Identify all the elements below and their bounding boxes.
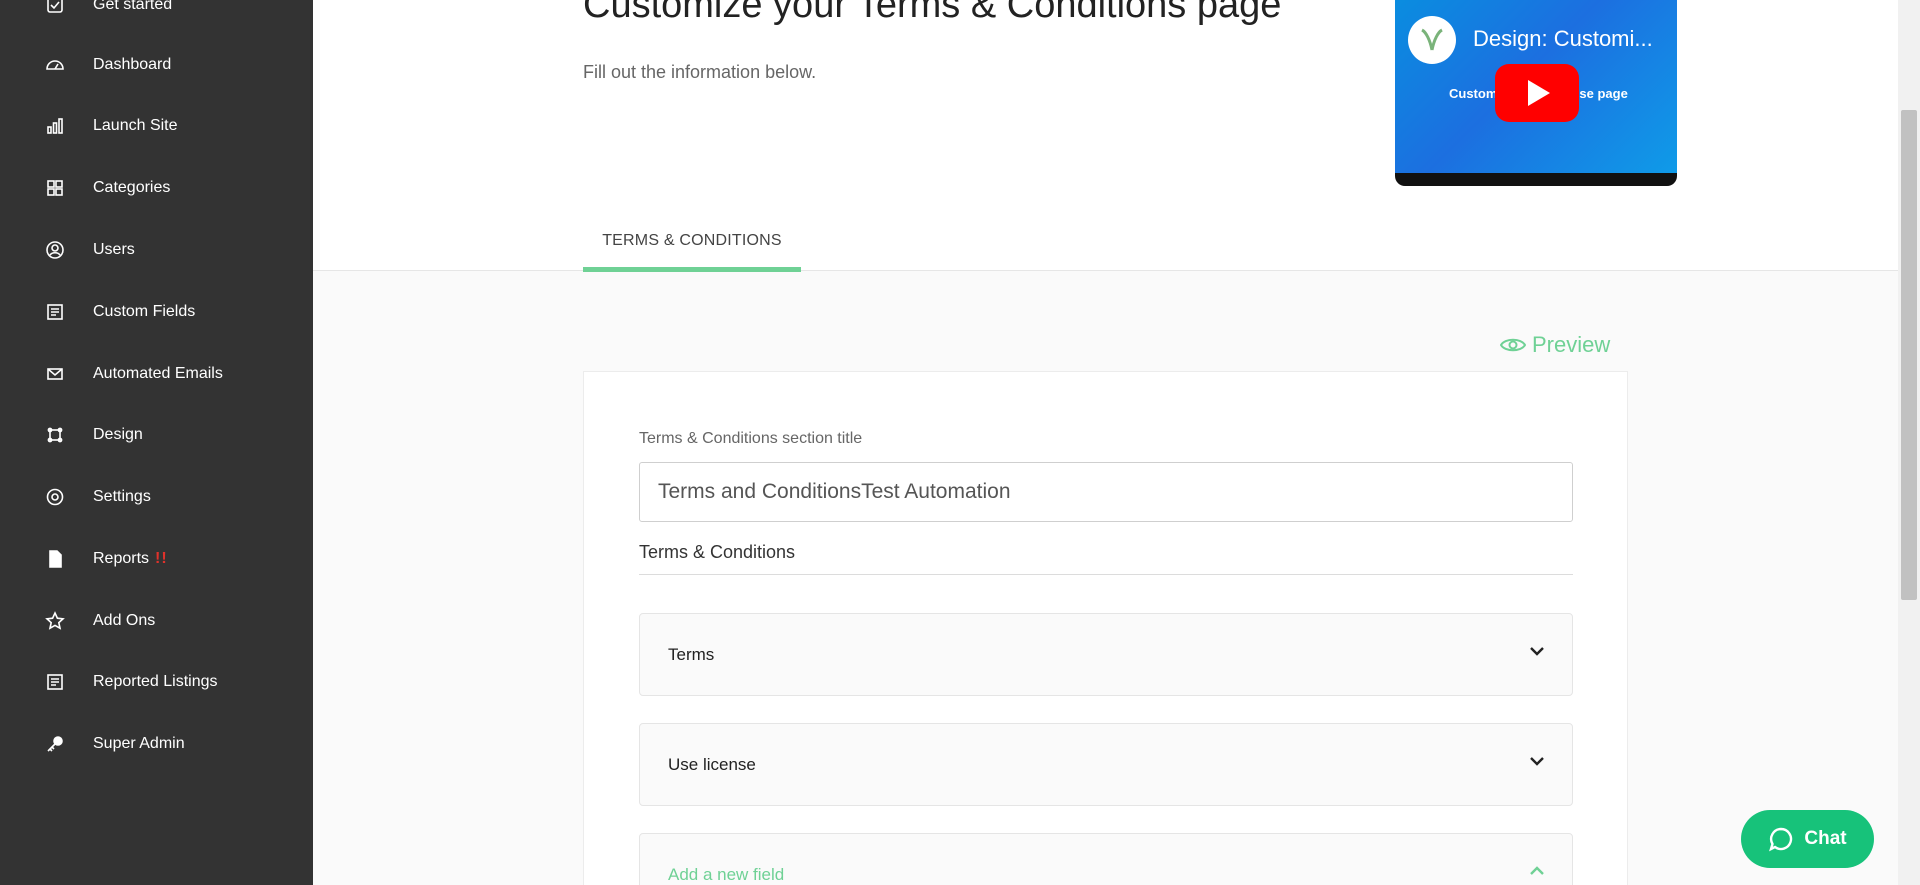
sidebar-item-custom-fields[interactable]: Custom Fields xyxy=(0,287,313,337)
sidebar-item-label: Categories xyxy=(93,179,171,196)
sidebar-item-settings[interactable]: Settings xyxy=(0,472,313,522)
user-circle-icon xyxy=(44,239,66,261)
eye-icon xyxy=(1500,338,1526,352)
bar-chart-icon xyxy=(44,115,66,137)
chat-button[interactable]: Chat xyxy=(1741,810,1874,868)
page-title: Customize your Terms & Conditions page xyxy=(583,0,1282,26)
sidebar-item-design[interactable]: Design xyxy=(0,410,313,460)
sidebar-item-label: Dashboard xyxy=(93,56,172,73)
mail-icon xyxy=(44,363,66,385)
chevron-down-icon[interactable] xyxy=(1528,642,1546,660)
video-title: Design: Customi... xyxy=(1473,26,1653,51)
sidebar-item-label: Design xyxy=(93,426,143,443)
sidebar-item-add-ons[interactable]: Add Ons xyxy=(0,596,313,646)
sidebar-item-launch-site[interactable]: Launch Site xyxy=(0,101,313,151)
sidebar-item-reports[interactable]: Reports!! xyxy=(0,534,313,584)
preview-link[interactable]: Preview xyxy=(1500,332,1610,358)
preview-label: Preview xyxy=(1532,332,1611,357)
accordion-add-new-field[interactable]: Add a new field xyxy=(639,833,1573,885)
accordion-label: Use license xyxy=(668,755,756,774)
page-subtitle: Fill out the information below. xyxy=(583,62,817,82)
list-icon xyxy=(44,671,66,693)
video-embed[interactable]: Design: Customi... Custom se page xyxy=(1395,0,1677,186)
sidebar-item-label: Automated Emails xyxy=(93,365,223,382)
sidebar-item-label: Reported Listings xyxy=(93,673,218,690)
sidebar-item-label: Launch Site xyxy=(93,117,178,134)
tab-terms-conditions[interactable]: TERMS & CONDITIONS xyxy=(583,228,801,272)
sidebar-item-label: Settings xyxy=(93,488,151,505)
gauge-icon xyxy=(44,54,66,76)
section-title-input[interactable] xyxy=(639,462,1573,522)
play-icon xyxy=(1528,80,1550,106)
frame-icon xyxy=(44,424,66,446)
sidebar-item-automated-emails[interactable]: Automated Emails xyxy=(0,349,313,399)
sidebar-item-label: Super Admin xyxy=(93,735,185,752)
page-scrollbar[interactable] xyxy=(1898,0,1920,885)
checkbox-icon xyxy=(44,0,66,16)
accordion-label: Terms xyxy=(668,645,715,664)
chevron-down-icon[interactable] xyxy=(1528,752,1546,770)
terms-form-card: Terms & Conditions section title Terms &… xyxy=(583,371,1628,885)
sidebar-item-categories[interactable]: Categories xyxy=(0,163,313,213)
sidebar-item-super-admin[interactable]: Super Admin xyxy=(0,719,313,769)
chat-label: Chat xyxy=(1804,828,1847,849)
channel-logo xyxy=(1408,16,1456,64)
sidebar-item-dashboard[interactable]: Dashboard xyxy=(0,40,313,90)
section-heading: Terms & Conditions xyxy=(639,542,1573,575)
sidebar-item-label: Users xyxy=(93,241,135,258)
play-button[interactable] xyxy=(1495,64,1579,122)
gear-icon xyxy=(44,486,66,508)
reports-alert-badge: !! xyxy=(155,550,168,567)
sidebar-item-get-started[interactable]: Get started xyxy=(0,0,313,30)
accordion-use-license[interactable]: Use license xyxy=(639,723,1573,806)
chevron-up-icon[interactable] xyxy=(1528,862,1546,880)
scrollbar-thumb[interactable] xyxy=(1901,110,1917,600)
document-icon xyxy=(44,548,66,570)
star-icon xyxy=(44,610,66,632)
sidebar-item-label: Add Ons xyxy=(93,612,156,629)
sidebar-item-users[interactable]: Users xyxy=(0,225,313,275)
section-title-label: Terms & Conditions section title xyxy=(639,430,863,447)
chat-bubble-icon xyxy=(1769,827,1793,852)
sidebar-item-label: Reports!! xyxy=(93,550,168,567)
page-header: Customize your Terms & Conditions page F… xyxy=(313,0,1898,272)
sidebar-item-label: Custom Fields xyxy=(93,303,196,320)
sidebar: Get started Dashboard Launch Site Catego… xyxy=(0,0,313,885)
accordion-label: Add a new field xyxy=(668,865,785,884)
accordion-terms[interactable]: Terms xyxy=(639,613,1573,696)
grid-icon xyxy=(44,177,66,199)
sidebar-item-reported-listings[interactable]: Reported Listings xyxy=(0,657,313,707)
list-icon xyxy=(44,301,66,323)
key-icon xyxy=(44,733,66,755)
sidebar-item-label: Get started xyxy=(93,0,173,13)
